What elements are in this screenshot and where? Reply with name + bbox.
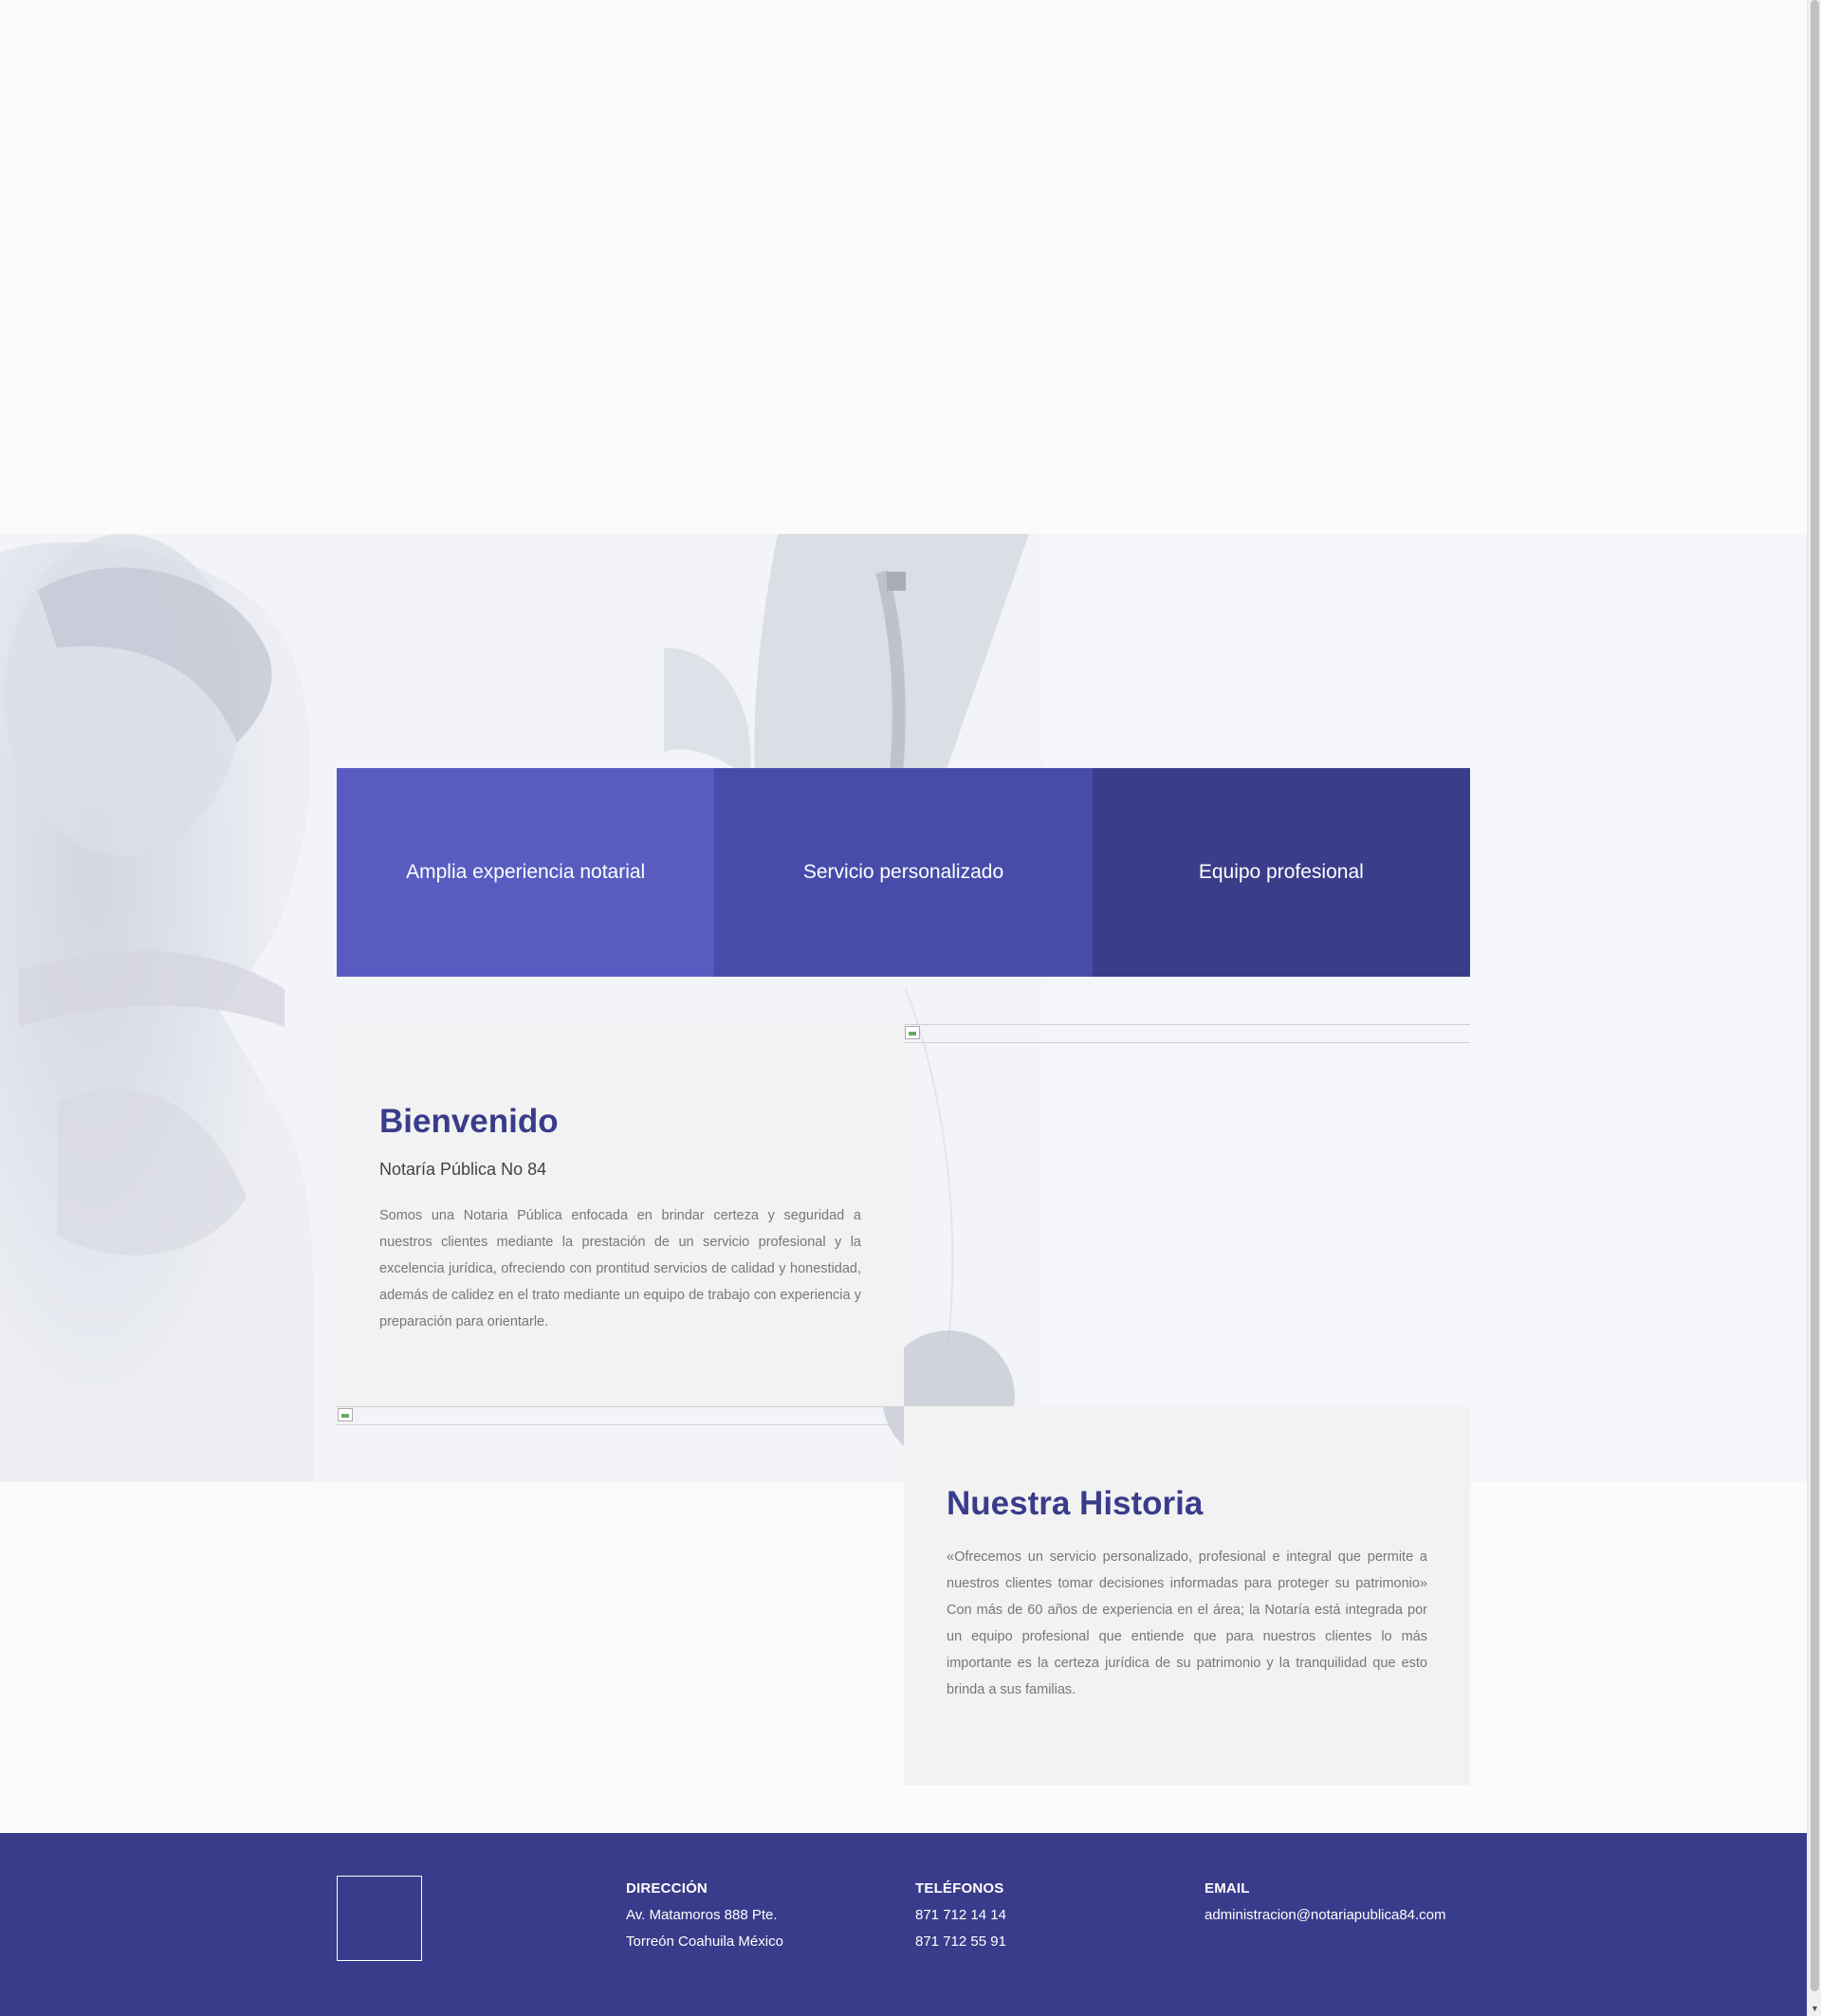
feature-personalized-service: Servicio personalizado	[714, 768, 1093, 977]
scroll-down-arrow-icon[interactable]: ▼	[1808, 2002, 1821, 2016]
history-title: Nuestra Historia	[947, 1485, 1204, 1522]
footer-email: EMAIL administracion@notariapublica84.co…	[1205, 1880, 1446, 1923]
welcome-subtitle: Notaría Pública No 84	[379, 1160, 547, 1179]
address-line: Torreón Coahuila México	[626, 1934, 783, 1950]
vertical-scrollbar[interactable]: ▼	[1807, 0, 1821, 2016]
footer-phones: TELÉFONOS 871 712 14 14 871 712 55 91	[915, 1880, 1006, 1950]
scales-image-placeholder	[904, 1024, 1470, 1043]
email-link[interactable]: administracion@notariapublica84.com	[1205, 1907, 1446, 1923]
phone-link[interactable]: 871 712 55 91	[915, 1934, 1006, 1950]
history-card: Nuestra Historia «Ofrecemos un servicio …	[904, 1406, 1470, 1786]
welcome-text: Somos una Notaria Pública enfocada en br…	[379, 1208, 861, 1329]
feature-experience: Amplia experiencia notarial	[337, 768, 715, 977]
welcome-title: Bienvenido	[379, 1103, 559, 1140]
broken-image-icon	[338, 1408, 353, 1421]
phone-link[interactable]: 871 712 14 14	[915, 1907, 1006, 1923]
features-row: Amplia experiencia notarial Servicio per…	[337, 768, 1470, 977]
feature-professional-team: Equipo profesional	[1092, 768, 1470, 977]
email-heading: EMAIL	[1205, 1880, 1250, 1897]
footer-logo[interactable]	[337, 1876, 422, 1961]
feature-label: Servicio personalizado	[802, 861, 1004, 883]
footer: DIRECCIÓN Av. Matamoros 888 Pte. Torreón…	[0, 1833, 1807, 2016]
scrollbar-thumb[interactable]	[1811, 0, 1819, 1991]
page: Amplia experiencia notarial Servicio per…	[0, 0, 1807, 2016]
address-line: Av. Matamoros 888 Pte.	[626, 1907, 778, 1923]
footer-address: DIRECCIÓN Av. Matamoros 888 Pte. Torreón…	[626, 1880, 783, 1950]
history-text: «Ofrecemos un servicio personalizado, pr…	[947, 1549, 1427, 1697]
broken-image-icon	[905, 1026, 920, 1039]
feature-label: Equipo profesional	[1198, 861, 1364, 883]
history-image-placeholder	[337, 1406, 904, 1425]
address-heading: DIRECCIÓN	[626, 1880, 708, 1897]
phones-heading: TELÉFONOS	[915, 1880, 1004, 1897]
feature-label: Amplia experiencia notarial	[406, 861, 646, 883]
welcome-card: Bienvenido Notaría Pública No 84 Somos u…	[337, 1024, 904, 1406]
